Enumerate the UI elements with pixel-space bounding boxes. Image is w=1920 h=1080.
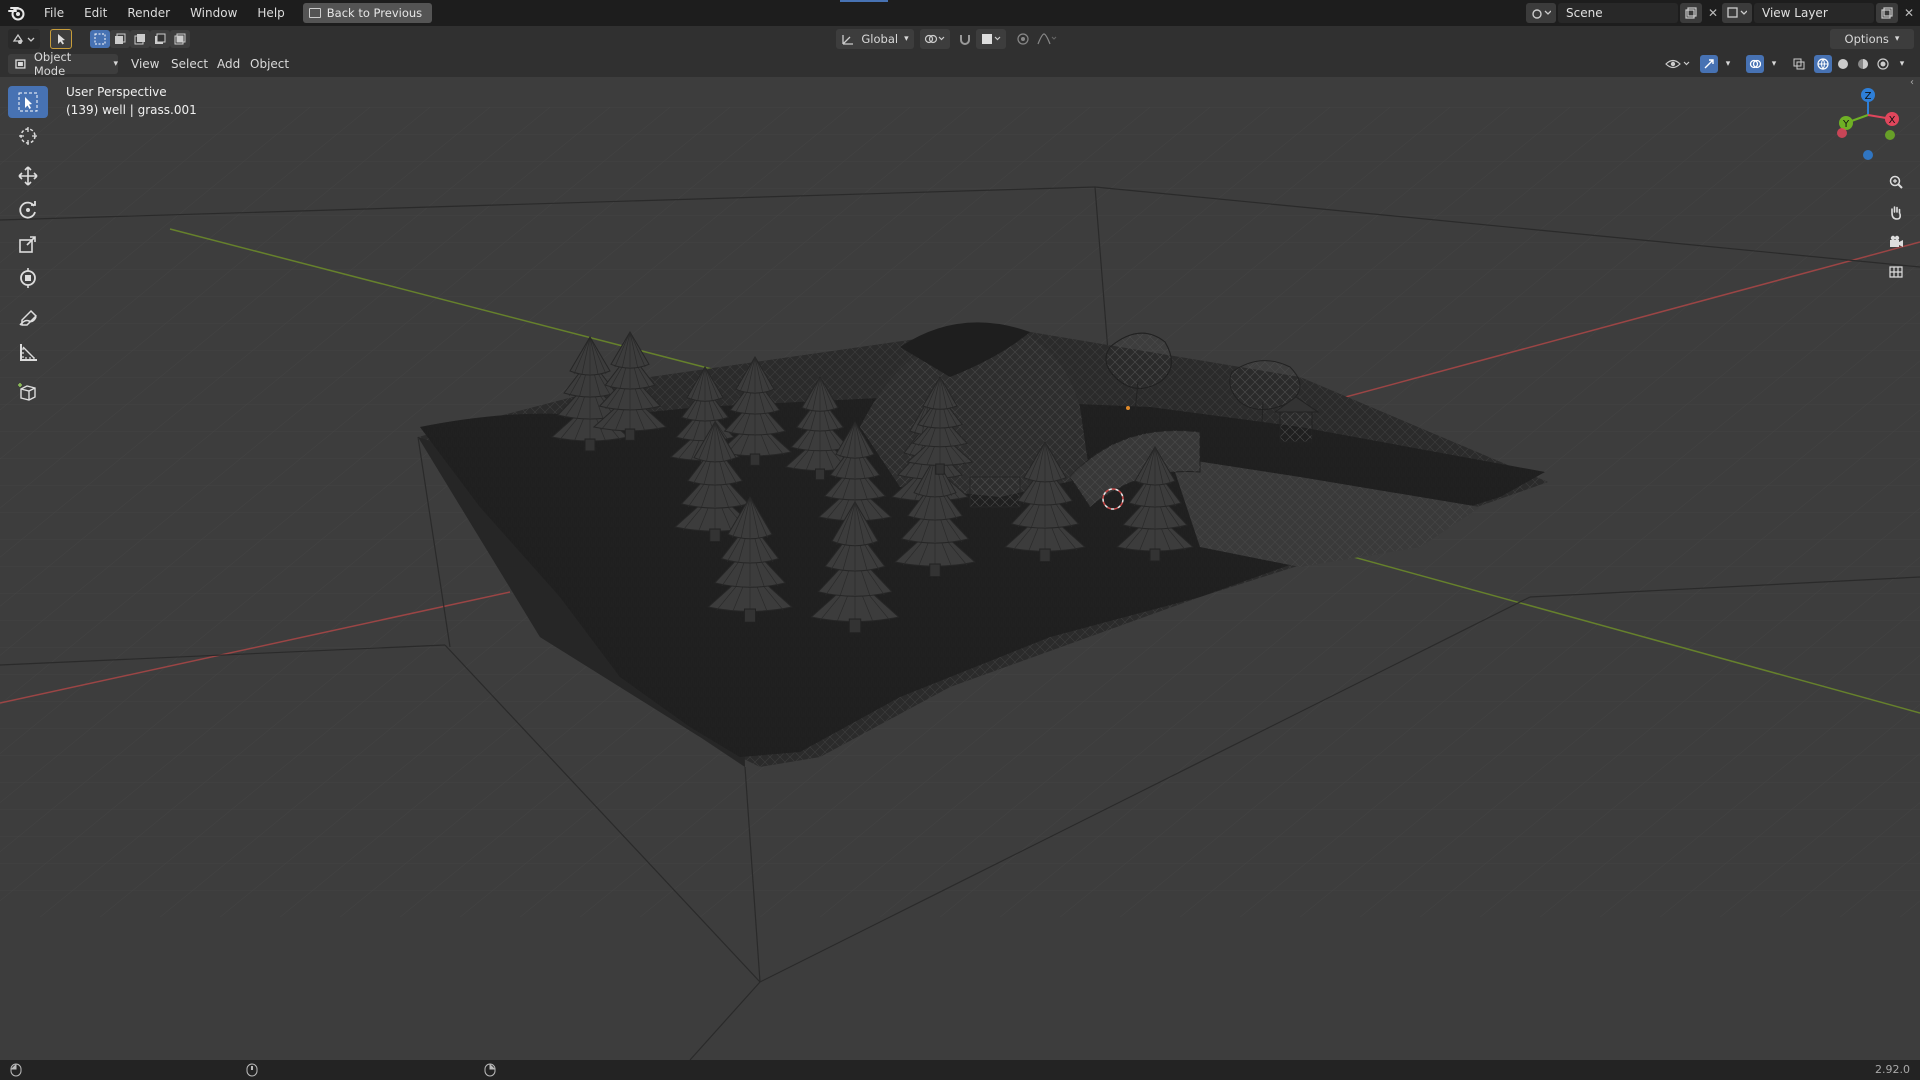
tool-settings-header: Global ▾ Options ▾ [0, 26, 1920, 52]
rendered-shading-icon[interactable] [1874, 55, 1892, 73]
zoom-icon[interactable] [1883, 169, 1909, 195]
hand-pan-icon[interactable] [1883, 199, 1909, 225]
menu-window[interactable]: Window [180, 0, 247, 26]
shading-dropdown-icon[interactable]: ▾ [1894, 54, 1910, 74]
camera-view-icon[interactable] [1883, 229, 1909, 255]
options-dropdown[interactable]: Options ▾ [1830, 29, 1914, 49]
menu-select[interactable]: Select [171, 52, 208, 77]
remove-scene-icon[interactable]: ✕ [1702, 3, 1724, 23]
blender-logo-icon[interactable] [0, 0, 34, 26]
transform-orientation-dropdown[interactable]: Global ▾ [836, 29, 914, 49]
move-icon [18, 166, 38, 186]
material-shading-icon[interactable] [1854, 55, 1872, 73]
gizmo-dropdown-icon[interactable]: ▾ [1720, 54, 1736, 74]
view-name: User Perspective [66, 85, 167, 99]
object-mode-label: Object Mode [33, 50, 72, 78]
measure-tool[interactable] [8, 336, 48, 368]
editor-type-icon[interactable] [8, 29, 40, 49]
sidebar-toggle-icon[interactable]: ‹ [1910, 77, 1914, 88]
screen-icon [308, 8, 321, 18]
falloff-icon[interactable] [1034, 29, 1060, 49]
select-mode-invert-icon[interactable] [150, 30, 170, 48]
menu-view[interactable]: View [131, 52, 159, 77]
3d-viewport[interactable]: User Perspective (139) well | grass.001 … [0, 77, 1920, 1060]
cursor-icon [19, 127, 37, 145]
select-mode-extend-icon[interactable] [110, 30, 130, 48]
transform-tool[interactable] [8, 262, 48, 294]
scene-browse-icon[interactable] [1526, 3, 1556, 23]
select-box-tool[interactable] [8, 86, 48, 118]
select-box-icon [18, 92, 38, 112]
svg-text:X: X [1889, 115, 1896, 126]
menu-object[interactable]: Object [250, 52, 289, 77]
mouse-right-icon [484, 1063, 496, 1080]
view-layer-name: View Layer [1762, 6, 1828, 20]
scene-name-field[interactable]: Scene [1558, 3, 1678, 23]
chevron-down-icon: ▾ [1894, 34, 1900, 44]
snap-target-icon[interactable] [976, 29, 1006, 49]
orientation-icon [842, 35, 854, 45]
transform-icon [20, 268, 36, 288]
move-tool[interactable] [8, 160, 48, 192]
chevron-down-icon: ▾ [904, 34, 909, 44]
measure-icon [20, 344, 37, 361]
active-tool-icon[interactable] [50, 29, 72, 49]
menu-add[interactable]: Add [217, 52, 240, 77]
annotate-icon [19, 309, 38, 326]
overlays-dropdown-icon[interactable]: ▾ [1766, 54, 1782, 74]
menu-edit[interactable]: Edit [74, 0, 117, 26]
menu-render[interactable]: Render [117, 0, 180, 26]
version-label: 2.92.0 [1875, 1063, 1910, 1076]
orientation-label: Global [861, 32, 899, 46]
overlays-toggle-icon[interactable] [1746, 55, 1764, 73]
snap-icon[interactable] [956, 29, 974, 49]
view-layer-selector: View Layer ✕ [1722, 3, 1920, 23]
object-mode-icon [15, 59, 26, 69]
status-bar: 2.92.0 [0, 1060, 1920, 1080]
new-scene-icon[interactable] [1680, 3, 1702, 23]
object-info: (139) well | grass.001 [66, 103, 197, 117]
menu-help[interactable]: Help [247, 0, 294, 26]
object-mode-dropdown[interactable]: Object Mode ▾ [8, 50, 118, 78]
pivot-point-icon[interactable] [920, 29, 950, 49]
back-to-previous-label: Back to Previous [326, 6, 423, 20]
add-cube-icon [18, 383, 36, 401]
remove-view-layer-icon[interactable]: ✕ [1898, 3, 1920, 23]
new-view-layer-icon[interactable] [1876, 3, 1898, 23]
menu-file[interactable]: File [34, 0, 74, 26]
scene-selector: Scene ✕ [1526, 3, 1724, 23]
proportional-editing-icon[interactable] [1014, 29, 1032, 49]
select-mode-subtract-icon[interactable] [130, 30, 150, 48]
cursor-tool[interactable] [8, 120, 48, 152]
annotate-tool[interactable] [8, 302, 48, 334]
back-to-previous-button[interactable]: Back to Previous [302, 3, 433, 23]
viewport-header: Object Mode ▾ View Select Add Object ▾ ▾… [0, 50, 1920, 78]
gizmo-toggle-icon[interactable] [1700, 55, 1718, 73]
add-cube-tool[interactable] [8, 376, 48, 408]
options-label: Options [1844, 32, 1889, 46]
select-mode-new-icon[interactable] [90, 30, 110, 48]
rotate-tool[interactable] [8, 194, 48, 226]
view-layer-browse-icon[interactable] [1722, 3, 1752, 23]
solid-shading-icon[interactable] [1834, 55, 1852, 73]
view-layer-field[interactable]: View Layer [1754, 3, 1874, 23]
select-mode-intersect-icon[interactable] [170, 30, 190, 48]
viewport-scene [0, 106, 1920, 1060]
navigation-gizmo[interactable]: Z Y X [1820, 83, 1900, 163]
xray-toggle-icon[interactable] [1790, 55, 1808, 73]
mouse-middle-icon [246, 1063, 258, 1080]
svg-text:Z: Z [1865, 91, 1872, 102]
mouse-left-icon [10, 1063, 22, 1080]
scene-name: Scene [1566, 6, 1603, 20]
scale-icon [19, 236, 36, 253]
wireframe-shading-icon[interactable] [1814, 55, 1832, 73]
rotate-icon [19, 201, 36, 219]
chevron-down-icon: ▾ [113, 59, 118, 69]
workspace-indicator [840, 0, 888, 2]
origin-point [1126, 406, 1130, 410]
visibility-icon[interactable] [1662, 54, 1694, 74]
scale-tool[interactable] [8, 228, 48, 260]
perspective-toggle-icon[interactable] [1883, 259, 1909, 285]
